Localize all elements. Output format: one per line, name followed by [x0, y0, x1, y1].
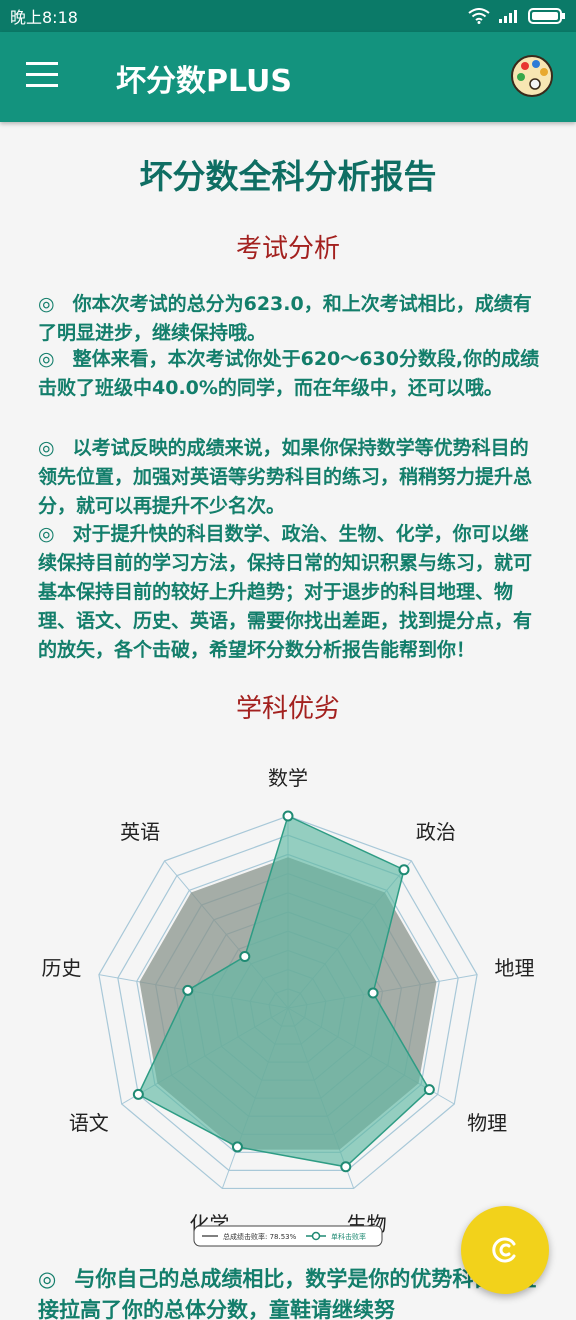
paragraph-text: 与你自己的总成绩相比，数学是你的优势科目，直接拉高了你的总体分数，童鞋请继续努: [38, 1267, 537, 1320]
analysis-paragraph-3: ◎ 以考试反映的成绩来说，如果你保持数学等优势科目的领先位置，加强对英语等劣势科目…: [38, 434, 544, 521]
signal-icon: [499, 10, 517, 23]
radar-point: [132, 1088, 144, 1100]
radar-point: [423, 1084, 435, 1096]
bullet-icon: ◎: [38, 293, 55, 315]
status-bar: 晚上8:18: [0, 0, 576, 32]
paragraph-text: 你本次考试的总分为623.0，和上次考试相比，成绩有了明显进步，继续保持哦。: [38, 293, 532, 344]
legend-marker-subject: [311, 1231, 321, 1241]
radar-axis-label: 语文: [69, 1111, 109, 1135]
legend-label-subject: 单科击败率: [331, 1232, 366, 1241]
refresh-fab-button[interactable]: [461, 1206, 549, 1294]
exam-section-title: 考试分析: [235, 234, 340, 264]
radar-axis-label: 数学: [268, 766, 308, 790]
battery-icon: [528, 8, 565, 24]
analysis-paragraph-4: ◎ 对于提升快的科目数学、政治、生物、化学，你可以继续保持目前的学习方法，保持日常…: [38, 520, 544, 665]
status-icons: [468, 8, 566, 24]
refresh-c-icon: [492, 1237, 516, 1263]
radar-axis-label: 地理: [495, 956, 535, 980]
radar-point: [367, 987, 379, 999]
radar-chart: 数学政治地理物理生物化学语文历史英语总成绩击败率: 78.53% 单科击败率: [41, 766, 535, 1247]
report-content[interactable]: 坏分数全科分析报告 考试分析 ◎ 你本次考试的总分为623.0，和上次考试相比，成…: [0, 122, 576, 1320]
radar-axis-label: 政治: [416, 820, 456, 844]
radar-point: [231, 1141, 243, 1153]
palette-icon[interactable]: [510, 54, 554, 98]
bullet-icon: ◎: [38, 523, 55, 545]
radar-axis-label: 历史: [41, 956, 81, 980]
radar-point: [239, 951, 251, 963]
analysis-paragraph-2: ◎ 整体来看，本次考试你处于620～630分数段,你的成绩击败了班级中40.0%的…: [38, 345, 544, 403]
radar-point: [398, 864, 410, 876]
analysis-paragraph-1: ◎ 你本次考试的总分为623.0，和上次考试相比，成绩有了明显进步，继续保持哦。: [38, 290, 544, 348]
bullet-icon: ◎: [38, 437, 55, 459]
subject-section-title: 学科优劣: [235, 694, 340, 724]
bullet-icon: ◎: [38, 348, 55, 370]
radar-point: [340, 1161, 352, 1173]
radar-axis-label: 物理: [467, 1111, 507, 1135]
paragraph-text: 整体来看，本次考试你处于620～630分数段,你的成绩击败了班级中40.0%的同…: [38, 348, 540, 399]
hamburger-menu-icon[interactable]: [26, 62, 62, 92]
app-bar: 坏分数PLUS: [0, 32, 576, 122]
radar-axis-label: 英语: [120, 820, 160, 844]
radar-chart-container: 数学 政治 地理 物理 生物 化学 语文 历史 英语 总成绩击败率: 78.53% 单科击败率: [0, 730, 576, 1250]
legend-label-total: 总成绩击败率: 78.53%: [223, 1232, 297, 1241]
radar-point: [282, 810, 294, 822]
paragraph-text: 对于提升快的科目数学、政治、生物、化学，你可以继续保持目前的学习方法，保持日常的…: [38, 523, 533, 661]
paragraph-text: 以考试反映的成绩来说，如果你保持数学等优势科目的领先位置，加强对英语等劣势科目的…: [38, 437, 533, 517]
wifi-icon: [468, 8, 490, 24]
analysis-paragraph-5: ◎ 与你自己的总成绩相比，数学是你的优势科目，直接拉高了你的总体分数，童鞋请继续努: [38, 1264, 538, 1320]
report-title: 坏分数全科分析报告: [139, 157, 437, 196]
radar-point: [182, 984, 194, 996]
app-title: 坏分数PLUS: [116, 64, 293, 99]
status-time: 晚上8:18: [10, 8, 78, 27]
bullet-icon: ◎: [38, 1267, 57, 1291]
